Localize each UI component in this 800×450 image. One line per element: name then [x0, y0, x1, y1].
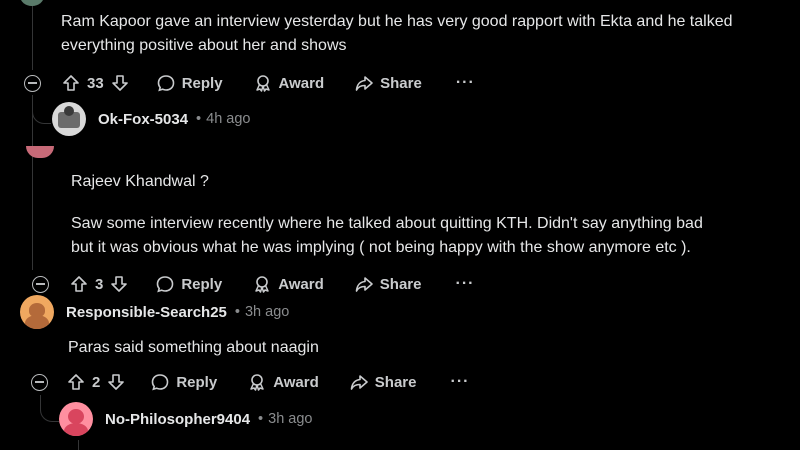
comment-body: Ram Kapoor gave an interview yesterday b… [61, 13, 733, 54]
separator: • [258, 411, 264, 427]
username[interactable]: Responsible-Search25 [66, 304, 227, 321]
award-icon [247, 372, 267, 392]
award-button[interactable]: Award [253, 73, 324, 93]
award-button[interactable]: Award [247, 372, 319, 392]
thread-line [32, 0, 33, 70]
avatar[interactable] [20, 0, 44, 6]
comment-body: but it was obvious what he was implying … [71, 239, 691, 256]
username[interactable]: Ok-Fox-5034 [98, 111, 188, 128]
award-icon [253, 73, 273, 93]
comment-body: Saw some interview recently where he tal… [71, 215, 703, 232]
timestamp[interactable]: 4h ago [206, 111, 250, 127]
downvote-icon[interactable] [110, 73, 130, 93]
comment-actions: 2 Reply Award Share ··· [31, 369, 469, 395]
avatar[interactable] [52, 102, 86, 136]
thread-line [32, 95, 33, 270]
username[interactable]: No-Philosopher9404 [105, 411, 250, 428]
award-icon [252, 274, 272, 294]
vote-count: 33 [87, 74, 104, 92]
comment-actions: 33 Reply Award Share ··· [24, 70, 475, 96]
thread-line [78, 440, 79, 450]
thread-connector [32, 95, 51, 124]
comment-author-row: No-Philosopher9404 • 3h ago [59, 402, 312, 436]
comment-body: Rajeev Khandwal ? [71, 173, 209, 190]
downvote-icon[interactable] [106, 372, 126, 392]
comment-body: Paras said something about naagin [68, 339, 319, 356]
comment-icon [150, 372, 170, 392]
downvote-icon[interactable] [109, 274, 129, 294]
share-icon [349, 372, 369, 392]
share-button[interactable]: Share [349, 372, 416, 392]
share-button[interactable]: Share [354, 274, 421, 294]
comment-author-row: Responsible-Search25 • 3h ago [20, 295, 289, 329]
vote-count: 2 [92, 373, 101, 391]
more-options-button[interactable]: ··· [456, 74, 475, 92]
share-icon [354, 274, 374, 294]
collapse-icon[interactable] [31, 373, 48, 391]
comment-actions: 3 Reply Award Share ··· [32, 271, 474, 297]
reply-button[interactable]: Reply [156, 73, 223, 93]
upvote-icon[interactable] [69, 274, 89, 294]
avatar[interactable] [20, 295, 54, 329]
collapse-icon[interactable] [24, 74, 41, 92]
timestamp[interactable]: 3h ago [268, 411, 312, 427]
separator: • [196, 111, 202, 127]
more-options-button[interactable]: ··· [455, 275, 474, 293]
comment-icon [155, 274, 175, 294]
award-button[interactable]: Award [252, 274, 324, 294]
upvote-icon[interactable] [61, 73, 81, 93]
reply-button[interactable]: Reply [150, 372, 217, 392]
share-button[interactable]: Share [354, 73, 422, 93]
comment-author-row: Ok-Fox-5034 • 4h ago [52, 102, 250, 136]
comment-icon [156, 73, 176, 93]
timestamp[interactable]: 3h ago [245, 304, 289, 320]
share-icon [354, 73, 374, 93]
avatar[interactable] [26, 146, 54, 158]
upvote-icon[interactable] [66, 372, 86, 392]
more-options-button[interactable]: ··· [450, 373, 469, 391]
reply-button[interactable]: Reply [155, 274, 222, 294]
thread-connector [40, 395, 59, 422]
collapse-icon[interactable] [32, 275, 49, 293]
separator: • [234, 304, 240, 320]
avatar[interactable] [59, 402, 93, 436]
vote-count: 3 [95, 275, 104, 293]
